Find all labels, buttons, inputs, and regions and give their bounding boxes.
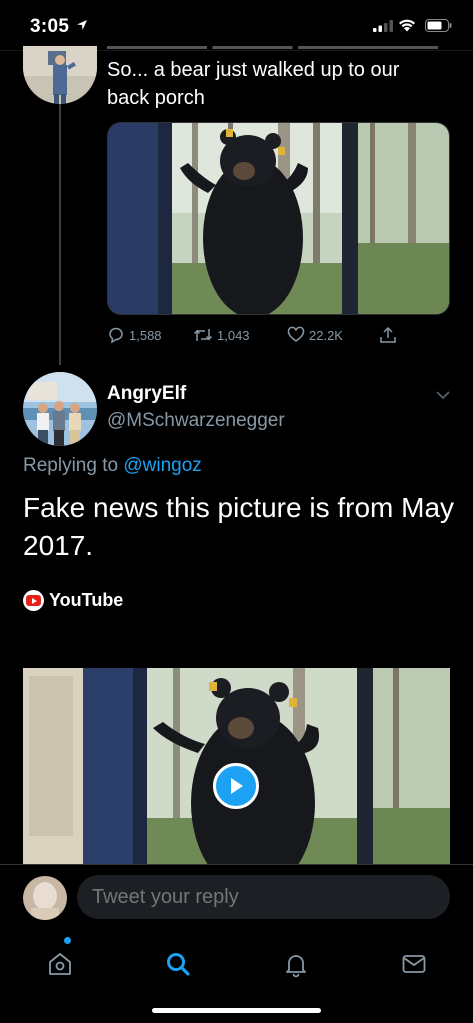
replying-to-line: Replying to @wingoz (23, 455, 202, 477)
home-notification-dot (64, 937, 71, 944)
parent-tweet-avatar[interactable] (23, 46, 97, 104)
parent-tweet-header-cut: ▬▬▬▬▬ ▬▬▬▬ ▬▬▬▬▬▬▬ (107, 35, 439, 49)
retweet-icon (193, 329, 213, 341)
tab-notifications[interactable] (274, 942, 318, 986)
notifications-icon (286, 955, 306, 977)
retweet-count: 1,043 (217, 327, 250, 343)
cellular-signal-icon (373, 20, 393, 32)
author-handle[interactable]: @MSchwarzenegger (107, 410, 285, 432)
location-arrow-icon (77, 20, 87, 30)
chevron-down-icon[interactable] (436, 390, 450, 400)
link-source-label: YouTube (49, 590, 124, 610)
current-user-avatar[interactable] (23, 876, 67, 920)
author-avatar[interactable] (23, 372, 97, 446)
like-count: 22.2K (309, 327, 343, 343)
reply-action[interactable]: 1,588 (107, 326, 162, 344)
tweet-text: Fake news this picture is from May 2017. (23, 492, 455, 561)
retweet-action[interactable]: 1,043 (193, 326, 250, 344)
play-button[interactable] (213, 763, 259, 809)
like-action[interactable]: 22.2K (287, 326, 343, 344)
parent-tweet-actions: 1,588 1,043 22.2K (107, 326, 407, 348)
link-source[interactable]: YouTube (23, 590, 123, 611)
tab-search[interactable] (156, 942, 200, 986)
youtube-icon (23, 590, 44, 611)
author-display-name[interactable]: AngryElf (107, 383, 186, 405)
messages-icon (402, 955, 426, 973)
share-icon (380, 326, 396, 343)
reply-input[interactable] (77, 875, 450, 919)
share-action[interactable] (379, 326, 401, 344)
battery-icon (425, 19, 452, 32)
home-indicator[interactable] (152, 1008, 321, 1013)
tab-home[interactable] (38, 942, 82, 986)
home-icon (49, 953, 71, 975)
wifi-icon (399, 19, 415, 32)
thread-line (59, 103, 61, 365)
reply-count: 1,588 (129, 327, 162, 343)
play-icon (231, 778, 243, 794)
status-time: 3:05 (30, 16, 70, 37)
replying-prefix: Replying to (23, 455, 119, 476)
parent-tweet-photo[interactable] (107, 122, 450, 315)
reply-icon (109, 327, 123, 344)
parent-tweet-text: So... a bear just walked up to our back … (107, 59, 400, 109)
replying-to-mention[interactable]: @wingoz (123, 455, 201, 476)
tab-messages[interactable] (392, 942, 436, 986)
heart-icon (287, 326, 305, 342)
search-icon (167, 953, 190, 976)
